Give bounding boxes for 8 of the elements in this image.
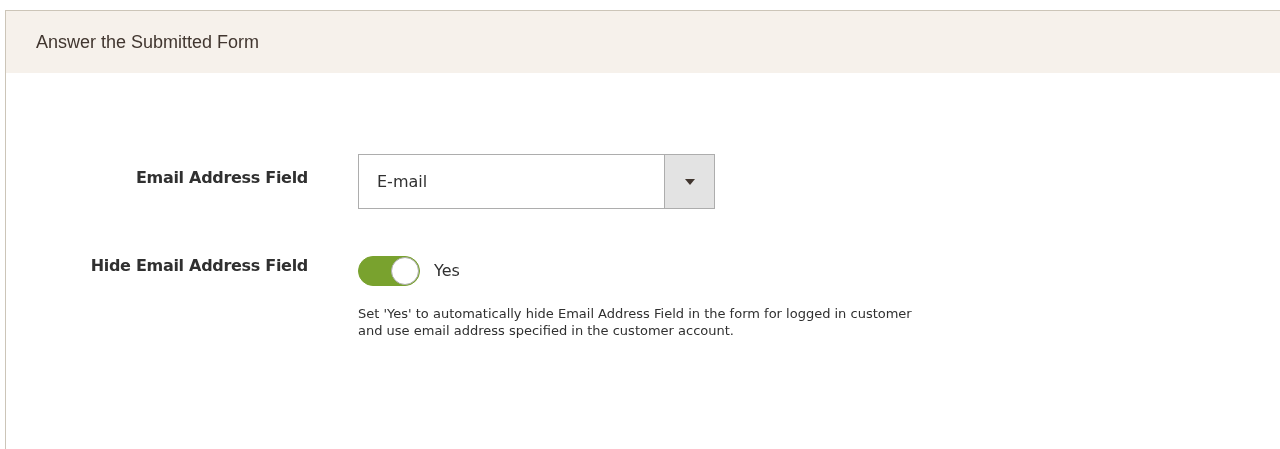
field-label: Email Address Field [134,167,308,188]
toggle-switch[interactable] [358,256,420,286]
caret-icon [684,178,695,185]
section-title: Answer the Submitted Form [36,30,260,54]
field-note: Set 'Yes' to automatically hide Email Address Field in the form for logged in customer and use email address specified in the customer account. [358,306,913,340]
toggle-state-label: Yes [434,260,460,282]
field-label: Hide Email Address Field [89,256,308,276]
email-field-select[interactable]: E-mail [358,154,715,209]
